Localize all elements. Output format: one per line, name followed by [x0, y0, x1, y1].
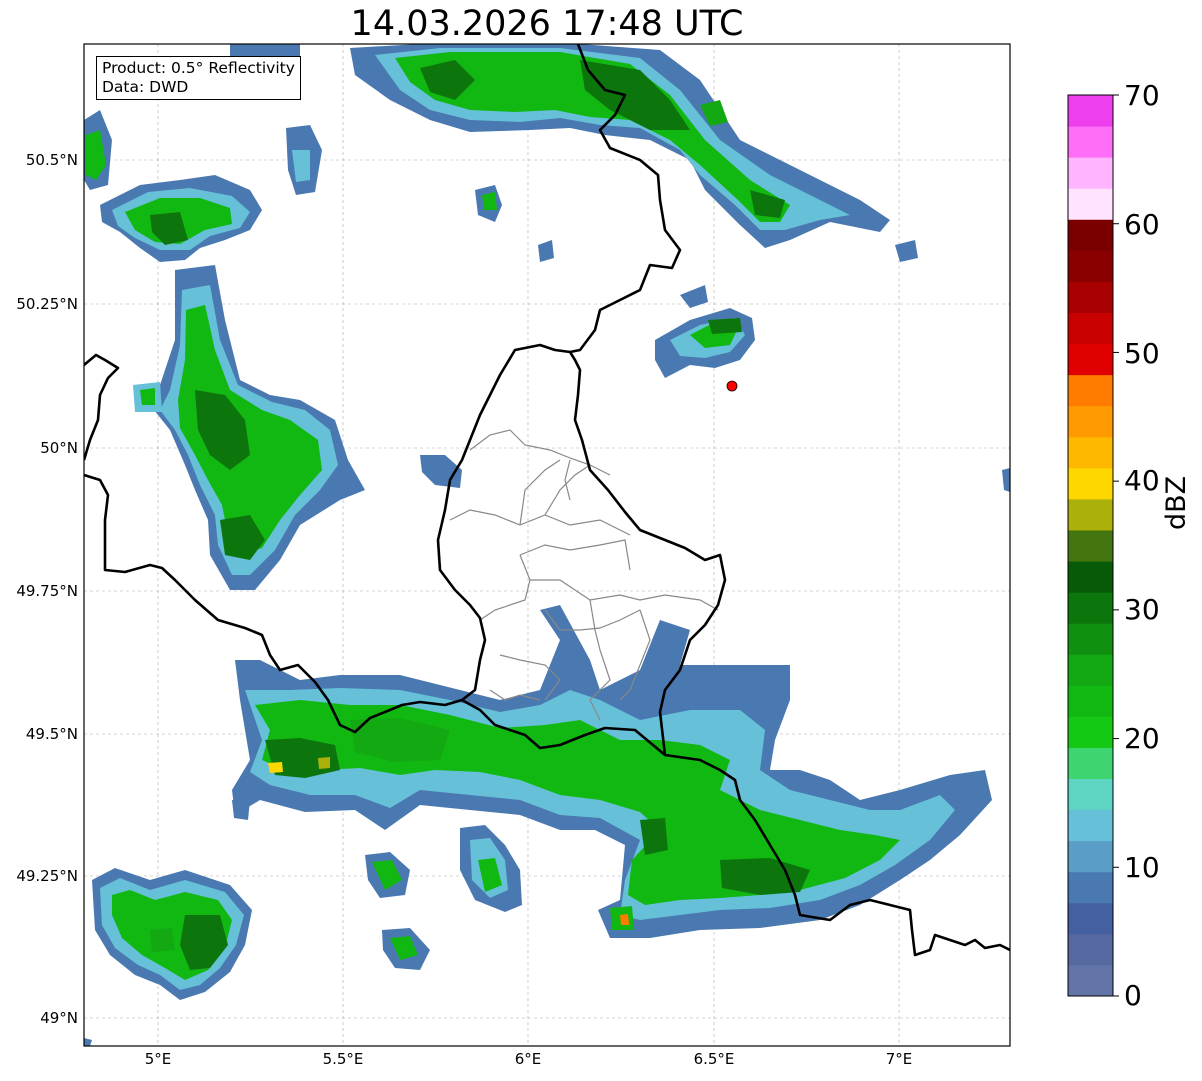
colorbar-segment [1068, 95, 1113, 127]
colorbar-segment [1068, 157, 1113, 189]
colorbar-segment [1068, 343, 1113, 376]
info-box: Product: 0.5° Reflectivity Data: DWD [96, 56, 301, 100]
map-title: 14.03.2026 17:48 UTC [350, 4, 744, 44]
lon-tick-label: 7°E [885, 1050, 913, 1068]
lat-tick-label: 49.25°N [16, 867, 78, 885]
radar-site-marker [726, 380, 738, 392]
radar-map [83, 43, 1119, 1047]
colorbar-segment [1068, 871, 1113, 904]
lat-tick-label: 49°N [40, 1009, 78, 1027]
colorbar-tick-label: 30 [1124, 593, 1160, 626]
colorbar-segment [1068, 654, 1113, 686]
colorbar-segment [1068, 467, 1113, 500]
lat-tick-label: 49.5°N [25, 725, 78, 743]
colorbar-segment [1068, 933, 1113, 966]
colorbar-segment [1068, 312, 1113, 345]
colorbar-segment [1068, 902, 1113, 935]
lat-tick-label: 50°N [40, 439, 78, 457]
colorbar-segment [1068, 374, 1113, 407]
colorbar-segment [1068, 281, 1113, 313]
colorbar-segment [1068, 250, 1113, 282]
colorbar-segment [1068, 623, 1113, 655]
colorbar-segment [1068, 188, 1113, 220]
lon-tick-label: 6.5°E [693, 1050, 735, 1068]
lon-tick-label: 5.5°E [322, 1050, 364, 1068]
colorbar-segment [1068, 809, 1113, 842]
colorbar-segment [1068, 529, 1113, 562]
colorbar-segment [1068, 964, 1113, 997]
colorbar-segment [1068, 840, 1113, 873]
colorbar-tick-label: 70 [1124, 79, 1160, 112]
colorbar-tick-label: 40 [1124, 464, 1160, 497]
lon-tick-label: 5°E [144, 1050, 172, 1068]
colorbar-segment [1068, 685, 1113, 717]
colorbar-label: dBZ [1161, 475, 1192, 530]
colorbar-tick-label: 60 [1124, 208, 1160, 241]
lat-tick-label: 50.5°N [25, 151, 78, 169]
colorbar-tick-label: 0 [1124, 979, 1142, 1012]
colorbar-segment [1068, 219, 1113, 251]
product-label: Product: 0.5° Reflectivity [102, 59, 295, 77]
colorbar-segment [1068, 716, 1113, 748]
colorbar-segment [1068, 747, 1113, 780]
colorbar-segment [1068, 126, 1113, 158]
lat-tick-label: 49.75°N [16, 582, 78, 600]
colorbar [1068, 95, 1113, 997]
colorbar-segment [1068, 405, 1113, 438]
colorbar-segment [1068, 592, 1113, 624]
colorbar-tick-label: 20 [1124, 722, 1160, 755]
colorbar-segment [1068, 498, 1113, 531]
colorbar-tick-marks [1113, 94, 1119, 997]
lat-tick-label: 50.25°N [16, 295, 78, 313]
colorbar-tick-label: 50 [1124, 337, 1160, 370]
lon-tick-label: 6°E [514, 1050, 542, 1068]
data-source-label: Data: DWD [102, 78, 189, 96]
colorbar-segment [1068, 778, 1113, 811]
colorbar-segment [1068, 561, 1113, 593]
colorbar-tick-label: 10 [1124, 851, 1160, 884]
colorbar-segment [1068, 436, 1113, 469]
